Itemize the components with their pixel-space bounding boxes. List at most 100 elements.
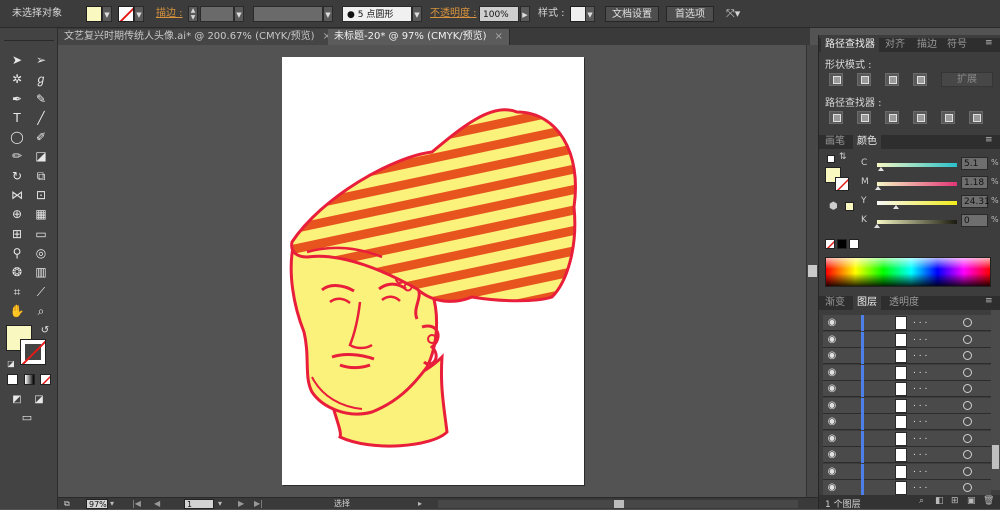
layer-row[interactable]: ◉ . . . — [823, 463, 991, 480]
next-artboard-icon[interactable]: ▶ — [238, 499, 244, 509]
intersect-button[interactable] — [885, 73, 899, 86]
visibility-eye-icon[interactable]: ◉ — [825, 466, 839, 478]
locate-object-icon[interactable]: ⌕ — [919, 496, 924, 506]
swap-fill-stroke-icon[interactable]: ↺ — [36, 323, 54, 339]
minus-back-button[interactable] — [969, 111, 983, 124]
magic-wand-tool-icon[interactable]: ✲ — [8, 71, 26, 87]
artboard[interactable] — [282, 57, 584, 485]
layer-row[interactable]: ◉ . . . — [823, 331, 991, 348]
black-slider[interactable]: K 0 % — [841, 214, 1000, 229]
default-fill-stroke-icon[interactable]: ◪ — [2, 356, 20, 372]
tab-symbols[interactable]: 符号 — [943, 38, 971, 52]
free-transform-tool-icon[interactable]: ⊡ — [32, 187, 50, 203]
draw-behind-icon[interactable]: ◪ — [30, 392, 48, 408]
hand-tool-icon[interactable]: ✋ — [8, 303, 26, 319]
canvas-area[interactable] — [58, 45, 806, 497]
selection-tool-icon[interactable]: ➤ — [8, 52, 26, 68]
yellow-track[interactable] — [877, 201, 957, 205]
scale-tool-icon[interactable]: ⧉ — [32, 168, 50, 184]
width-tool-icon[interactable]: ⋈ — [8, 187, 26, 203]
graphic-style-swatch[interactable] — [570, 6, 586, 22]
layer-name[interactable]: . . . — [913, 481, 927, 491]
opacity-label[interactable]: 不透明度 : — [430, 6, 477, 22]
tab-layers[interactable]: 图层 — [853, 296, 881, 310]
shape-builder-tool-icon[interactable]: ⊕ — [8, 206, 26, 222]
divide-button[interactable] — [829, 111, 843, 124]
first-artboard-icon[interactable]: |◀ — [132, 499, 141, 509]
yellow-knob[interactable] — [893, 205, 900, 209]
visibility-eye-icon[interactable]: ◉ — [825, 400, 839, 412]
tab-align[interactable]: 对齐 — [881, 38, 909, 52]
layer-row[interactable]: ◉ . . . — [823, 397, 991, 414]
opacity-field[interactable]: 100% — [479, 6, 519, 22]
magenta-value-field[interactable]: 1.18 — [961, 176, 988, 189]
layer-name[interactable]: . . . — [913, 366, 927, 376]
artboard-tool-icon[interactable]: ⌗ — [8, 284, 26, 300]
ellipse-tool-icon[interactable]: ◯ — [8, 129, 26, 145]
fill-swatch[interactable] — [86, 6, 102, 22]
black-value-field[interactable]: 0 — [961, 214, 988, 227]
layer-row[interactable]: ◉ . . . — [823, 381, 991, 397]
layer-name[interactable]: . . . — [913, 399, 927, 409]
tab-document-1[interactable]: 文艺复兴时期传统人头像.ai* @ 200.67% (CMYK/预览) × — [58, 29, 338, 45]
tab-stroke[interactable]: 描边 — [913, 38, 941, 52]
eyedropper-tool-icon[interactable]: ⚲ — [8, 245, 26, 261]
zoom-dropdown-icon[interactable]: ▾ — [110, 499, 114, 509]
symbol-sprayer-tool-icon[interactable]: ❂ — [8, 264, 26, 280]
target-circle-icon[interactable] — [963, 400, 972, 410]
new-layer-icon[interactable]: ▣ — [967, 496, 976, 506]
color-spectrum[interactable] — [825, 257, 991, 287]
artboard-dropdown-icon[interactable]: ▾ — [218, 499, 222, 509]
layer-name[interactable]: . . . — [913, 448, 927, 458]
blend-tool-icon[interactable]: ◎ — [32, 245, 50, 261]
cyan-track[interactable] — [877, 163, 957, 167]
stroke-swatch[interactable] — [118, 6, 134, 22]
layer-name[interactable]: . . . — [913, 316, 927, 326]
tab-color[interactable]: 颜色 — [853, 135, 881, 149]
stroke-dropdown[interactable]: ▼ — [134, 6, 144, 22]
target-circle-icon[interactable] — [963, 318, 972, 327]
line-tool-icon[interactable]: ╱ — [32, 110, 50, 126]
layers-scrollbar[interactable] — [991, 310, 1000, 490]
profile-dropdown[interactable]: ▼ — [323, 6, 333, 22]
target-circle-icon[interactable] — [963, 450, 972, 459]
style-dropdown[interactable]: ▼ — [585, 6, 595, 22]
black-knob[interactable] — [874, 224, 880, 228]
tab-transparency[interactable]: 透明度 — [885, 296, 923, 310]
target-circle-icon[interactable] — [963, 433, 972, 443]
visibility-eye-icon[interactable]: ◉ — [825, 350, 839, 362]
target-circle-icon[interactable] — [963, 384, 972, 393]
visibility-eye-icon[interactable]: ◉ — [825, 383, 839, 395]
visibility-eye-icon[interactable]: ◉ — [825, 433, 839, 445]
none-color-button[interactable] — [825, 239, 835, 249]
column-graph-tool-icon[interactable]: ▥ — [32, 264, 50, 280]
mesh-tool-icon[interactable]: ⊞ — [8, 226, 26, 242]
target-circle-icon[interactable] — [963, 417, 972, 426]
screen-mode-icon[interactable]: ▭ — [18, 410, 36, 426]
opacity-dropdown[interactable]: ▶ — [520, 6, 530, 22]
panel-menu-icon[interactable]: ≡ — [985, 296, 993, 306]
make-clipping-mask-icon[interactable]: ◧ — [935, 496, 944, 506]
layer-name[interactable]: . . . — [913, 415, 927, 425]
stroke-label[interactable]: 描边 : — [156, 6, 183, 22]
visibility-eye-icon[interactable]: ◉ — [825, 449, 839, 461]
merge-button[interactable] — [885, 111, 899, 124]
visibility-eye-icon[interactable]: ◉ — [825, 317, 839, 329]
target-circle-icon[interactable] — [963, 466, 972, 476]
pencil-tool-icon[interactable]: ✏ — [8, 148, 26, 164]
horizontal-scrollbar[interactable] — [438, 500, 798, 508]
preferences-button[interactable]: 首选项 — [666, 6, 714, 22]
target-circle-icon[interactable] — [963, 334, 972, 344]
stroke-color-box[interactable] — [20, 339, 46, 365]
expand-button[interactable]: 扩展 — [941, 72, 993, 87]
layer-name[interactable]: . . . — [913, 382, 927, 392]
layer-row[interactable]: ◉ . . . — [823, 414, 991, 430]
scroll-thumb[interactable] — [808, 265, 817, 277]
stroke-weight-field[interactable] — [200, 6, 234, 22]
gradient-tool-icon[interactable]: ▭ — [32, 226, 50, 242]
horizontal-scroll-thumb[interactable] — [614, 500, 624, 508]
magenta-track[interactable] — [877, 182, 957, 186]
target-circle-icon[interactable] — [963, 483, 972, 492]
target-circle-icon[interactable] — [963, 367, 972, 377]
outline-button[interactable] — [941, 111, 955, 124]
